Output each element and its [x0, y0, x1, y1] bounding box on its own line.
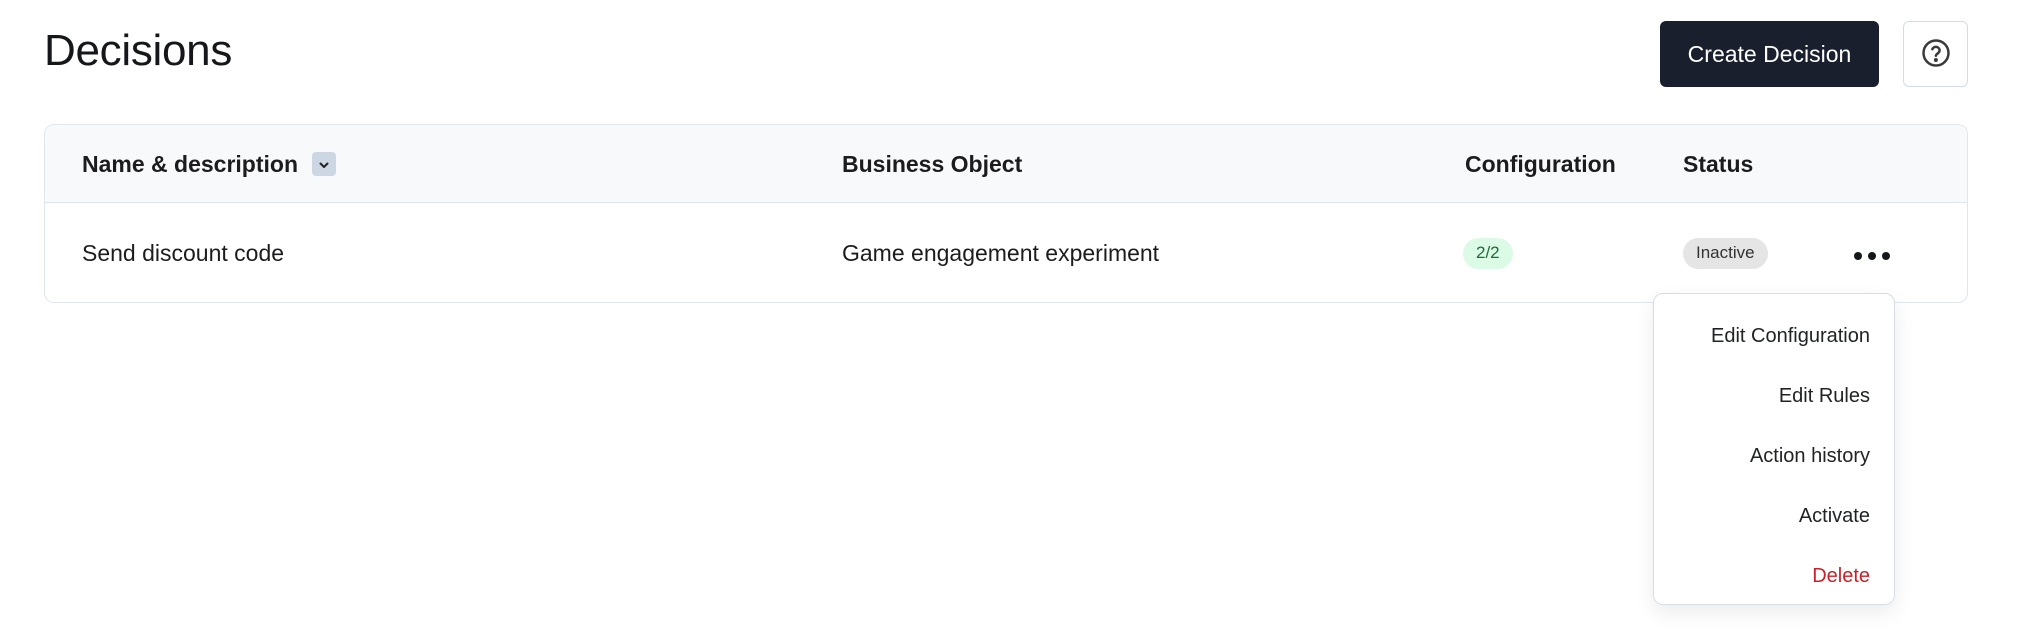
menu-item-action-history[interactable]: Action history	[1654, 426, 1894, 486]
column-header-business-object: Business Object	[842, 150, 1023, 177]
row-actions-menu: Edit Configuration Edit Rules Action his…	[1653, 293, 1895, 605]
menu-item-edit-configuration[interactable]: Edit Configuration	[1654, 306, 1894, 366]
chevron-down-icon	[317, 151, 331, 178]
decisions-table: Name & description Business Object Confi…	[44, 124, 1968, 303]
business-object: Game engagement experiment	[842, 239, 1160, 266]
sort-button[interactable]	[312, 152, 336, 176]
row-actions-button[interactable]	[1854, 246, 1890, 266]
configuration-badge: 2/2	[1463, 237, 1513, 269]
column-header-configuration: Configuration	[1465, 150, 1616, 177]
page-title: Decisions	[44, 26, 233, 75]
decision-name[interactable]: Send discount code	[82, 203, 284, 302]
status-badge: Inactive	[1683, 237, 1768, 269]
column-header-name[interactable]: Name & description	[82, 125, 336, 203]
help-circle-icon	[1921, 38, 1951, 71]
help-button[interactable]	[1903, 21, 1968, 87]
configuration-cell: 2/2	[1463, 203, 1513, 302]
more-horizontal-icon	[1854, 252, 1890, 260]
status-cell: Inactive	[1683, 203, 1768, 302]
table-row[interactable]: Send discount code Game engagement exper…	[45, 203, 1967, 302]
menu-item-edit-rules[interactable]: Edit Rules	[1654, 366, 1894, 426]
menu-item-delete[interactable]: Delete	[1654, 546, 1894, 606]
table-header: Name & description Business Object Confi…	[45, 125, 1967, 203]
create-decision-button[interactable]: Create Decision	[1660, 21, 1879, 87]
column-header-status: Status	[1683, 150, 1754, 177]
menu-item-activate[interactable]: Activate	[1654, 486, 1894, 546]
